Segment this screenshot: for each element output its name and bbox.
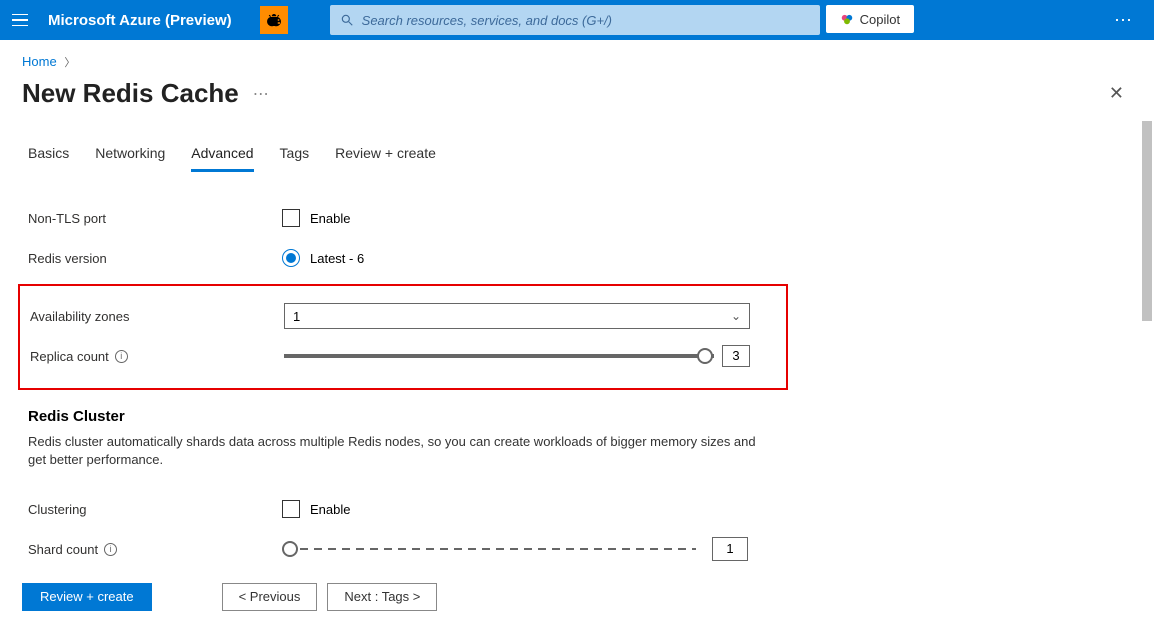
slider-thumb[interactable] xyxy=(282,541,298,557)
az-value: 1 xyxy=(293,309,300,324)
tab-advanced[interactable]: Advanced xyxy=(191,145,253,172)
review-create-button[interactable]: Review + create xyxy=(22,583,152,611)
replica-value[interactable]: 3 xyxy=(722,345,750,367)
tab-networking[interactable]: Networking xyxy=(95,145,165,172)
copilot-icon xyxy=(840,12,854,26)
next-button[interactable]: Next : Tags > xyxy=(327,583,437,611)
slider-thumb[interactable] xyxy=(697,348,713,364)
info-icon[interactable]: i xyxy=(104,543,117,556)
row-shard-count: Shard count i 1 xyxy=(28,529,1126,569)
row-nontls: Non-TLS port Enable xyxy=(28,198,1126,238)
breadcrumb: Home 〉 xyxy=(0,40,1154,78)
slider-replica[interactable] xyxy=(284,354,714,358)
row-availability-zones: Availability zones 1 ⌄ xyxy=(20,296,786,336)
previous-button[interactable]: < Previous xyxy=(222,583,318,611)
search-box[interactable] xyxy=(330,5,820,35)
select-availability-zones[interactable]: 1 ⌄ xyxy=(284,303,750,329)
info-icon[interactable]: i xyxy=(115,350,128,363)
label-clustering: Clustering xyxy=(28,502,282,517)
copilot-label: Copilot xyxy=(860,12,900,27)
label-replica-count: Replica count xyxy=(30,349,109,364)
label-shard-count: Shard count xyxy=(28,542,98,557)
row-redis-version: Redis version Latest - 6 xyxy=(28,238,1126,278)
tab-basics[interactable]: Basics xyxy=(28,145,69,172)
content-area: Basics Networking Advanced Tags Review +… xyxy=(0,119,1154,591)
close-icon[interactable]: ✕ xyxy=(1101,79,1132,108)
search-icon xyxy=(340,13,354,27)
checkbox-nontls[interactable] xyxy=(282,209,300,227)
shard-value[interactable]: 1 xyxy=(712,537,748,561)
search-input[interactable] xyxy=(362,13,810,28)
breadcrumb-home[interactable]: Home xyxy=(22,54,57,69)
enable-label: Enable xyxy=(310,211,350,226)
label-redis-version: Redis version xyxy=(28,251,282,266)
tabs: Basics Networking Advanced Tags Review +… xyxy=(28,145,1126,172)
top-bar: Microsoft Azure (Preview) Copilot ⋯ xyxy=(0,0,1154,40)
title-more-icon[interactable]: ⋯ xyxy=(253,84,269,104)
section-desc-cluster: Redis cluster automatically shards data … xyxy=(28,433,758,469)
chevron-down-icon: ⌄ xyxy=(731,309,741,323)
section-title-cluster: Redis Cluster xyxy=(28,408,1126,425)
page-title: New Redis Cache xyxy=(22,78,239,109)
tab-review[interactable]: Review + create xyxy=(335,145,436,172)
bug-icon xyxy=(265,11,283,29)
more-menu-icon[interactable]: ⋯ xyxy=(1106,10,1142,31)
chevron-right-icon: 〉 xyxy=(64,57,75,69)
label-nontls: Non-TLS port xyxy=(28,211,282,226)
title-row: New Redis Cache ⋯ ✕ xyxy=(0,78,1154,119)
enable-label-2: Enable xyxy=(310,502,350,517)
row-replica-count: Replica count i 3 xyxy=(20,336,786,376)
highlight-box: Availability zones 1 ⌄ Replica count i xyxy=(18,284,788,390)
copilot-button[interactable]: Copilot xyxy=(826,5,914,33)
label-availability-zones: Availability zones xyxy=(30,309,284,324)
tab-tags[interactable]: Tags xyxy=(280,145,310,172)
slider-shard[interactable] xyxy=(282,547,696,551)
checkbox-clustering[interactable] xyxy=(282,500,300,518)
redis-version-value: Latest - 6 xyxy=(310,251,364,266)
row-clustering: Clustering Enable xyxy=(28,489,1126,529)
footer-bar: Review + create < Previous Next : Tags > xyxy=(0,568,1154,624)
radio-redis-version[interactable] xyxy=(282,249,300,267)
menu-icon[interactable] xyxy=(12,10,32,30)
brand-label[interactable]: Microsoft Azure (Preview) xyxy=(48,12,232,29)
preview-bug-button[interactable] xyxy=(260,6,288,34)
search-container: Copilot xyxy=(330,5,1094,35)
